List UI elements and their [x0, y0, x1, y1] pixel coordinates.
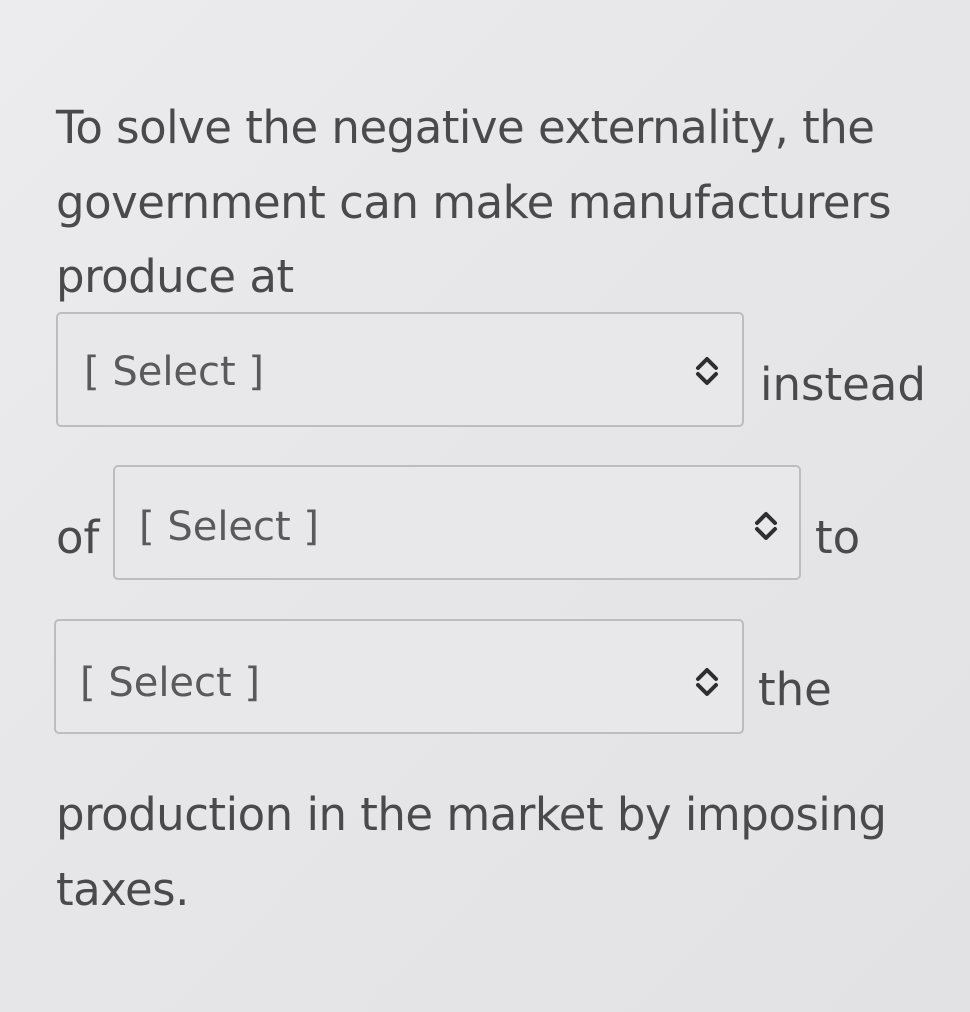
- dropdown-2-selected-value: [ Select ]: [139, 504, 320, 550]
- question-text-the: the: [758, 663, 832, 716]
- answer-dropdown-1[interactable]: [ Select ]: [56, 312, 744, 427]
- dropdown-1-selected-value: [ Select ]: [84, 349, 265, 395]
- answer-dropdown-3[interactable]: [ Select ]: [54, 619, 744, 734]
- question-text-to: to: [815, 511, 861, 564]
- chevron-up-down-icon: [696, 357, 718, 385]
- question-text-line-2: government can make manufacturers: [56, 176, 892, 229]
- question-text-of: of: [56, 511, 100, 564]
- chevron-up-down-icon: [755, 512, 777, 540]
- question-text-line-final-2: taxes.: [56, 863, 189, 916]
- dropdown-3-selected-value: [ Select ]: [80, 660, 261, 706]
- question-text-instead: instead: [760, 358, 926, 411]
- chevron-up-down-icon: [696, 668, 718, 696]
- answer-dropdown-2[interactable]: [ Select ]: [113, 465, 801, 580]
- question-text-line-3: produce at: [56, 250, 294, 303]
- question-text-line-1: To solve the negative externality, the: [56, 101, 875, 154]
- question-text-line-final-1: production in the market by imposing: [56, 788, 887, 841]
